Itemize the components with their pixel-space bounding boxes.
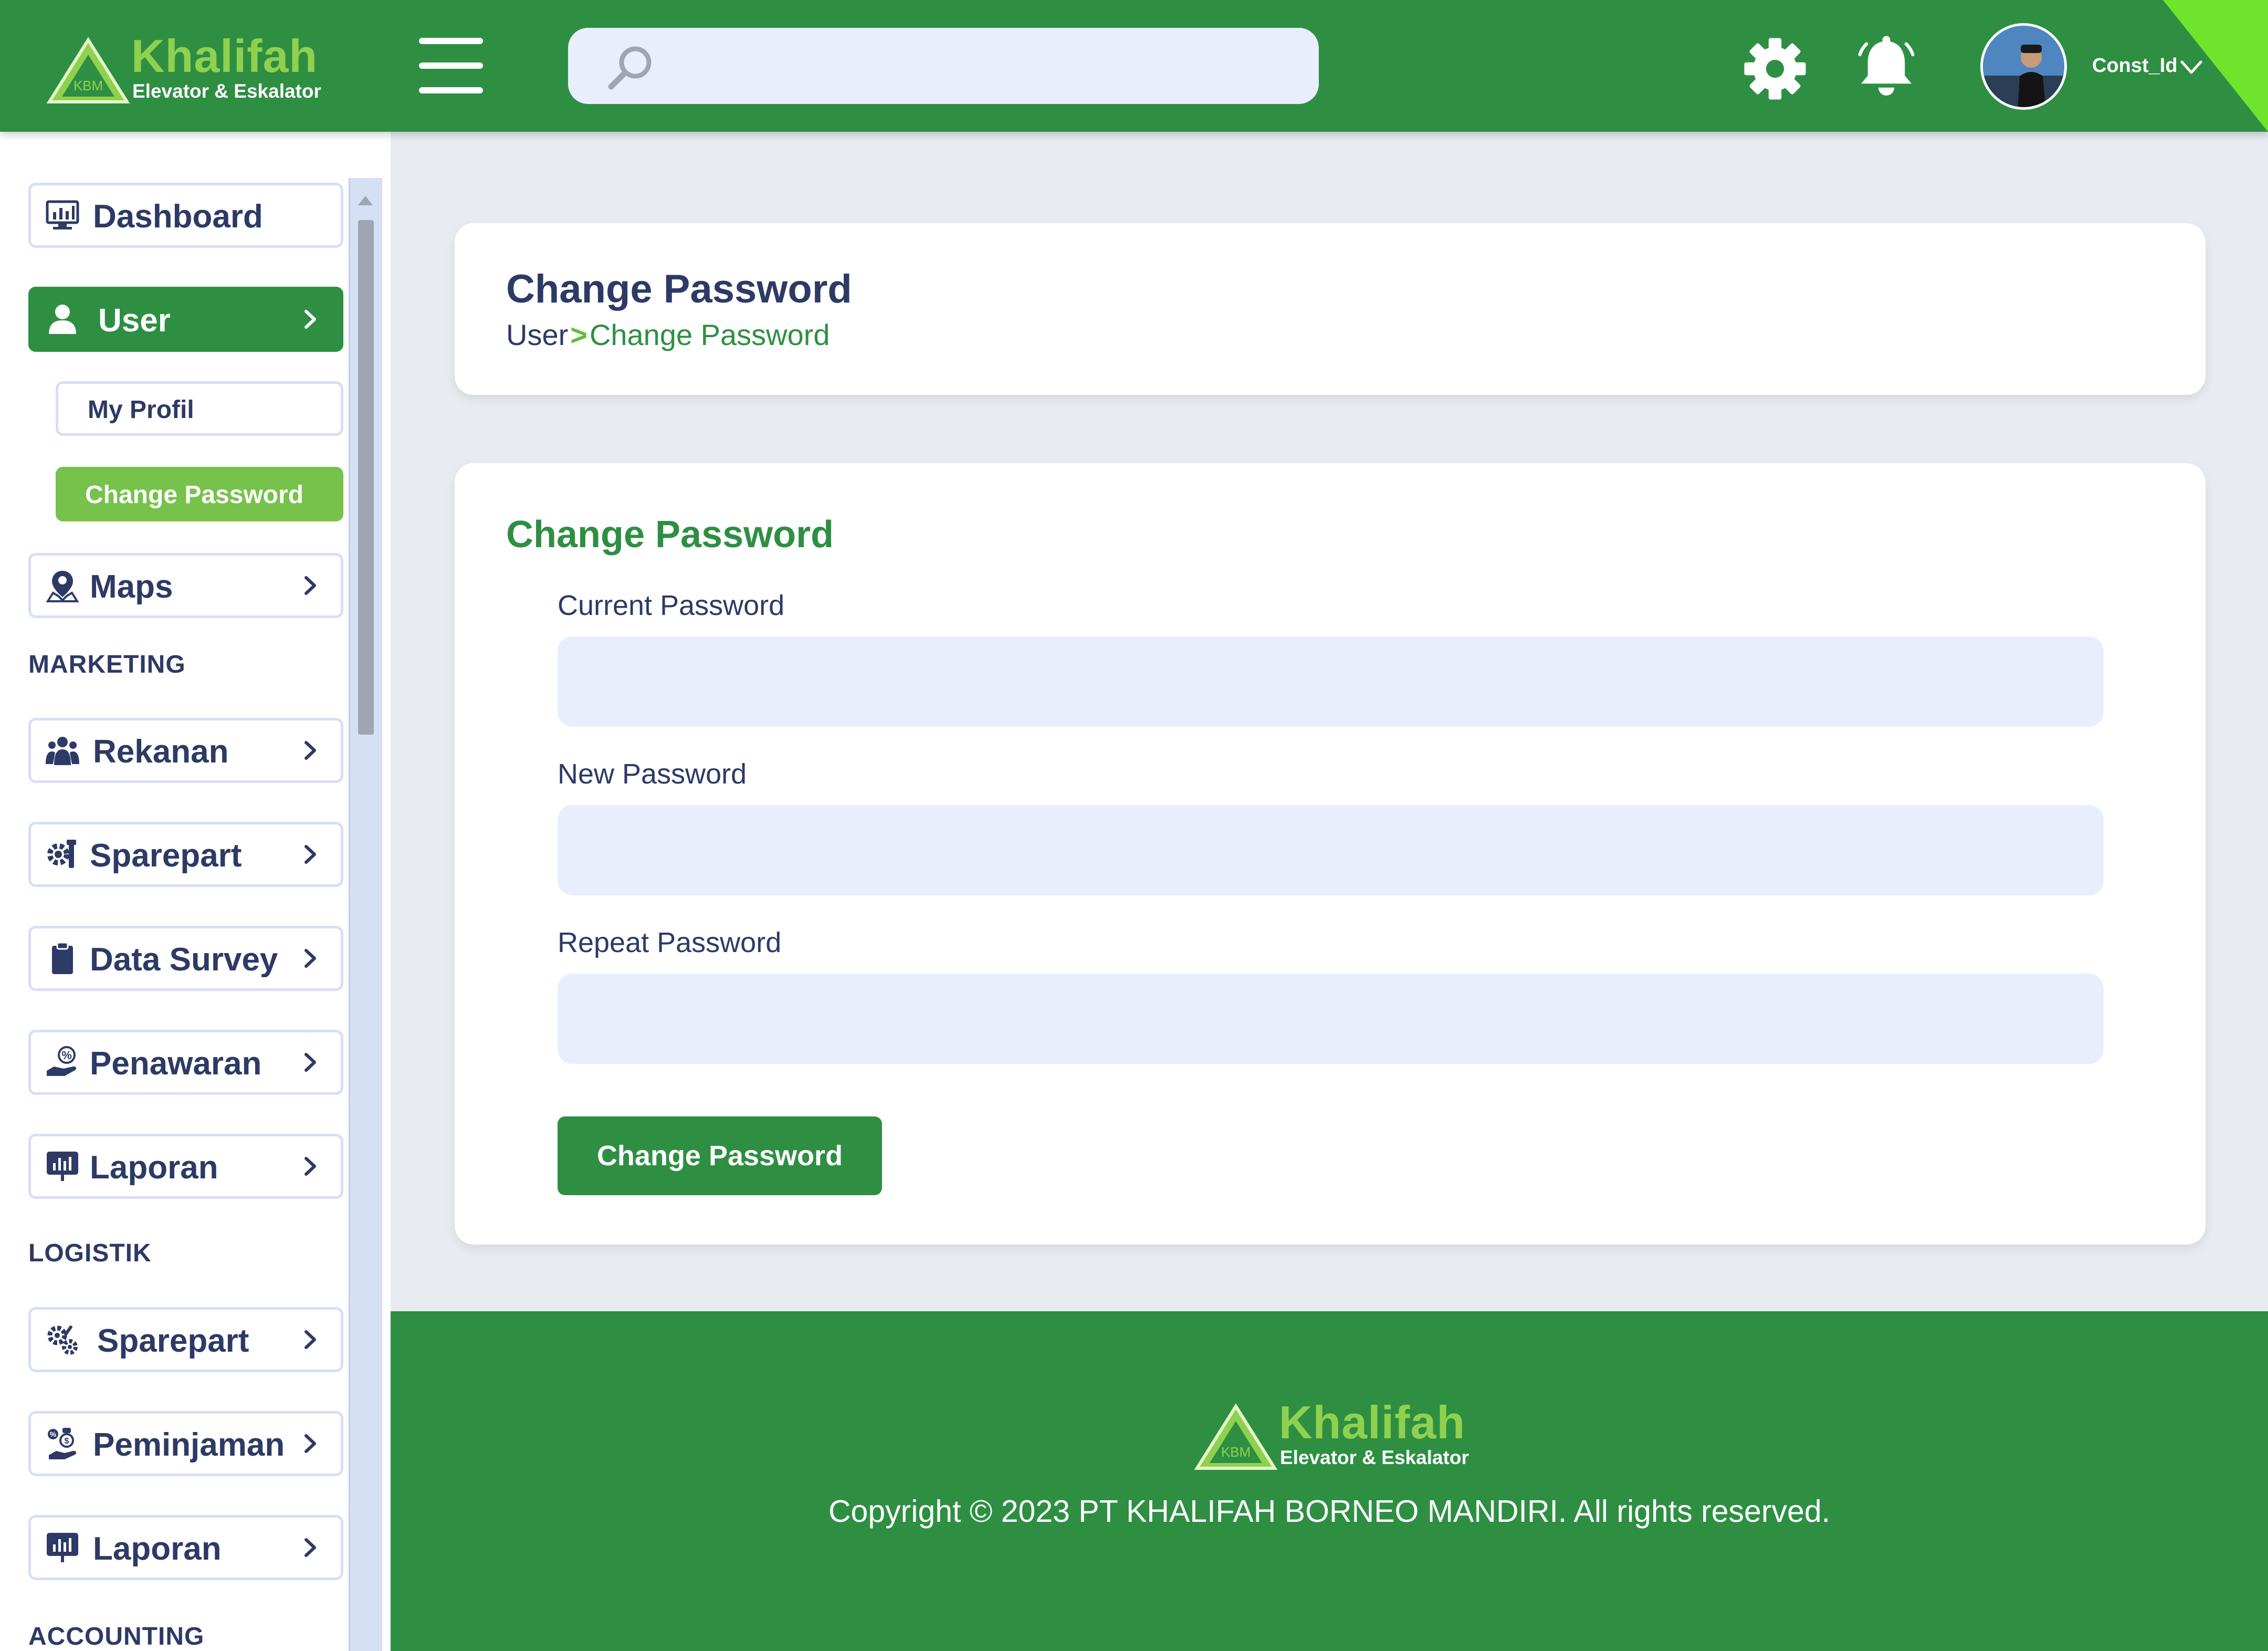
svg-text:$: $ — [65, 1437, 69, 1446]
chevron-right-icon — [304, 1330, 316, 1349]
clipboard-icon — [52, 942, 73, 974]
sidebar-subitem-my-profil[interactable]: My Profil — [56, 381, 343, 436]
brand-subtitle: Elevator & Eskalator — [132, 80, 321, 102]
map-pin-icon — [46, 571, 79, 602]
menu-toggle-icon[interactable] — [419, 38, 483, 93]
chevron-down-icon[interactable] — [2179, 57, 2204, 78]
change-password-form-card: Change Password Current Password New Pas… — [455, 463, 2206, 1245]
report-icon — [47, 1533, 78, 1562]
chevron-right-icon — [304, 949, 316, 968]
loan-icon: % $ — [48, 1428, 77, 1459]
search-bar — [568, 28, 1319, 104]
search-input[interactable] — [673, 38, 1293, 93]
sidebar-item-penawaran[interactable]: % Penawaran — [28, 1030, 343, 1095]
change-password-button[interactable]: Change Password — [558, 1116, 882, 1195]
people-icon — [46, 737, 79, 765]
chevron-right-icon — [304, 1053, 316, 1072]
logo-triangle-icon: KBM — [1194, 1403, 1278, 1470]
avatar-photo-icon — [1983, 26, 2064, 107]
svg-text:KBM: KBM — [1221, 1444, 1251, 1460]
sidebar-item-label: Sparepart — [97, 1323, 249, 1359]
form-title: Change Password — [506, 514, 834, 556]
chevron-right-icon — [304, 741, 316, 760]
report-icon — [47, 1152, 78, 1181]
section-title-logistik: LOGISTIK — [28, 1239, 152, 1267]
sidebar-item-rekanan[interactable]: Rekanan — [28, 718, 343, 783]
sidebar-item-sparepart-logistik[interactable]: Sparepart — [28, 1307, 343, 1372]
gears-icon — [47, 1325, 78, 1355]
repeat-password-input[interactable] — [558, 974, 2104, 1064]
sidebar-item-label: Rekanan — [93, 734, 229, 770]
section-title-marketing: MARKETING — [28, 651, 186, 678]
chevron-right-icon — [304, 310, 316, 329]
sidebar-item-label: Laporan — [90, 1150, 218, 1186]
breadcrumb-current: Change Password — [589, 318, 830, 351]
user-icon — [49, 305, 76, 334]
page-title: Change Password — [506, 267, 852, 311]
username[interactable]: Const_Id — [2092, 55, 2178, 77]
logo-triangle-icon: KBM — [46, 37, 130, 103]
breadcrumb: User>Change Password — [506, 318, 830, 352]
sidebar-item-label: Laporan — [93, 1531, 222, 1567]
new-password-input[interactable] — [558, 805, 2104, 895]
sidebar-item-dashboard[interactable]: Dashboard — [28, 183, 343, 248]
page-header-card: Change Password User>Change Password — [455, 223, 2206, 395]
sidebar-item-label: Peminjaman — [93, 1427, 285, 1463]
sidebar-item-laporan-marketing[interactable]: Laporan — [28, 1134, 343, 1199]
footer-logo: KBM Khalifah Elevator & Eskalator — [1194, 1398, 1477, 1471]
brand-name: Khalifah — [131, 30, 318, 82]
sidebar-item-label: Data Survey — [90, 942, 278, 978]
repeat-password-label: Repeat Password — [558, 927, 782, 958]
svg-text:KBM: KBM — [74, 78, 103, 93]
sidebar-item-label: Maps — [90, 569, 173, 605]
chevron-right-icon — [304, 1538, 316, 1557]
sidebar-item-label: Penawaran — [90, 1046, 262, 1082]
chevron-right-icon — [304, 1434, 316, 1453]
svg-text:%: % — [61, 1049, 72, 1062]
sidebar-item-user[interactable]: User — [28, 287, 343, 352]
chevron-right-icon — [304, 845, 316, 864]
breadcrumb-separator-icon: > — [570, 318, 587, 351]
sidebar: Dashboard User My Profil Change Password… — [0, 132, 391, 1651]
sidebar-subitem-label: My Profil — [88, 396, 194, 424]
sidebar-item-laporan-logistik[interactable]: Laporan — [28, 1515, 343, 1580]
sidebar-scroll-thumb[interactable] — [358, 220, 374, 735]
chevron-right-icon — [304, 1157, 316, 1176]
sidebar-item-data-survey[interactable]: Data Survey — [28, 926, 343, 991]
chevron-right-icon — [304, 576, 316, 595]
search-icon — [608, 46, 652, 90]
scroll-up-arrow-icon[interactable] — [358, 196, 373, 205]
current-password-input[interactable] — [558, 636, 2104, 727]
footer: KBM Khalifah Elevator & Eskalator Copyri… — [391, 1311, 2268, 1651]
brand-logo[interactable]: KBM Khalifah Elevator & Eskalator — [46, 32, 330, 105]
sidebar-subitem-change-password[interactable]: Change Password — [56, 467, 343, 521]
gear-icon[interactable] — [1743, 37, 1807, 101]
breadcrumb-link-user[interactable]: User — [506, 318, 568, 351]
dashboard-icon — [46, 200, 79, 229]
sidebar-item-label: Dashboard — [93, 198, 263, 235]
sidebar-item-label: User — [98, 302, 171, 339]
sidebar-item-label: Sparepart — [90, 838, 242, 874]
sidebar-item-sparepart-marketing[interactable]: Sparepart — [28, 822, 343, 887]
copyright-text: Copyright © 2023 PT KHALIFAH BORNEO MAND… — [828, 1494, 1831, 1529]
sidebar-item-peminjaman[interactable]: % $ Peminjaman — [28, 1411, 343, 1476]
footer-brand-name: Khalifah — [1279, 1396, 1466, 1448]
sidebar-subitem-label: Change Password — [85, 481, 304, 509]
new-password-label: New Password — [558, 758, 747, 790]
footer-brand-subtitle: Elevator & Eskalator — [1280, 1447, 1469, 1468]
tools-icon — [47, 840, 76, 868]
svg-text:%: % — [50, 1430, 57, 1438]
section-title-accounting: ACCOUNTING — [28, 1623, 205, 1650]
avatar[interactable] — [1980, 23, 2067, 110]
current-password-label: Current Password — [558, 590, 785, 621]
offer-icon: % — [47, 1046, 77, 1076]
bell-icon[interactable] — [1853, 35, 1919, 101]
top-header: KBM Khalifah Elevator & Eskalator Const_… — [0, 0, 2268, 132]
sidebar-item-maps[interactable]: Maps — [28, 553, 343, 618]
